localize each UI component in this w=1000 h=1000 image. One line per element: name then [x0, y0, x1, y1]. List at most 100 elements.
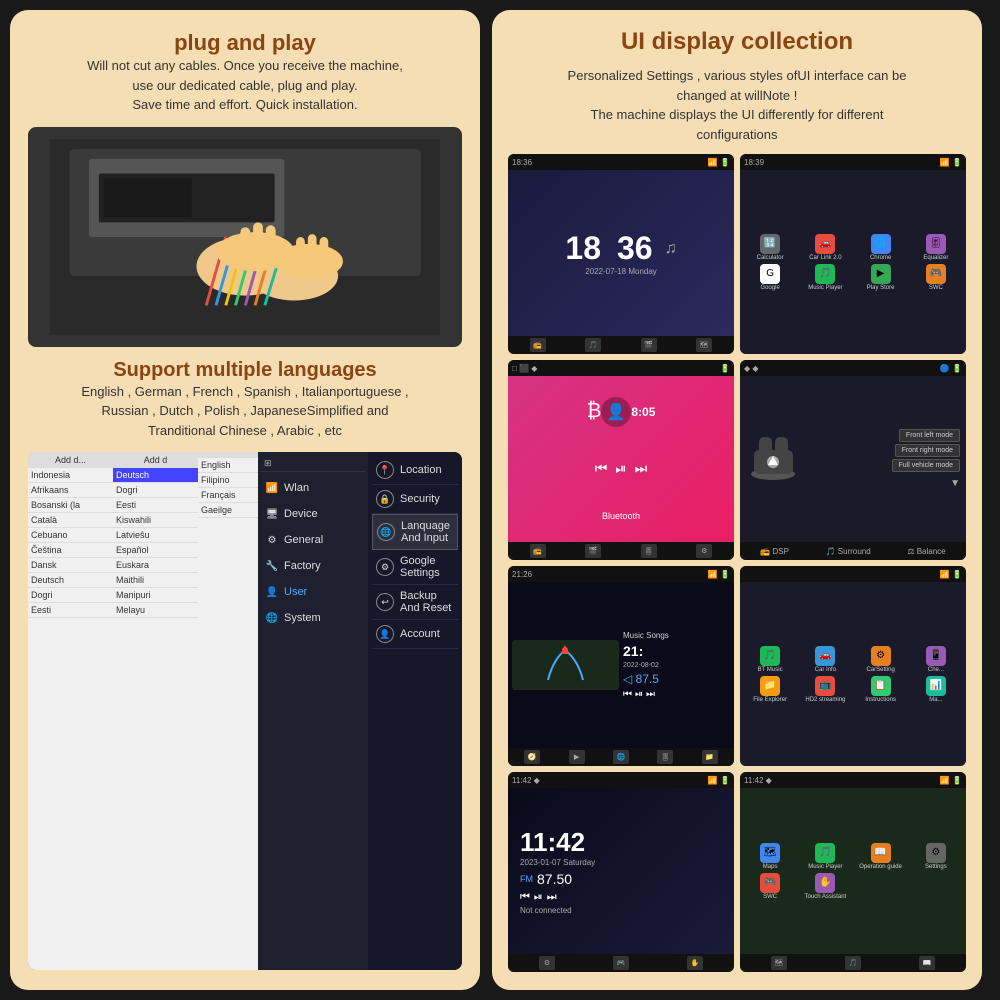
settings-panel: Add d... Indonesia Afrikaans Bosanski (l…: [28, 452, 462, 970]
lang-item[interactable]: Indonesia: [28, 468, 113, 483]
lang-item[interactable]: Melayu: [113, 603, 198, 618]
menu-item-general[interactable]: ⚙ General: [260, 527, 366, 553]
ui-cell-apps: 18:39 📶 🔋 🔢 Calculator 🚗 Car Link 2.0: [740, 154, 966, 354]
lang-item[interactable]: Bosanski (la: [28, 498, 113, 513]
lang-item[interactable]: Français: [198, 488, 258, 503]
languages-section: Support multiple languages English , Ger…: [28, 359, 462, 441]
app-carsetting: ⚙ CarSetting: [855, 646, 907, 673]
clock-music-note: ♫: [665, 240, 677, 258]
filemanager-icon: 📁: [702, 750, 718, 764]
language-icon: 🌐: [377, 523, 395, 541]
fm-prev[interactable]: ⏮: [520, 891, 530, 904]
carinfo-icon: 🚗: [815, 646, 835, 666]
settings-icon3: ⚙: [926, 843, 946, 863]
music-icon: 🎵: [585, 338, 601, 352]
fm-play[interactable]: ⏯: [534, 891, 543, 904]
bt-controls: ⏮ ⏯ ⏭: [595, 460, 647, 477]
lang-item[interactable]: Manipuri: [113, 588, 198, 603]
lang-item[interactable]: Čeština: [28, 543, 113, 558]
menu-label-device: Device: [284, 508, 318, 520]
ui-cell-nav: 21:26 📶 🔋 Music Songs: [508, 566, 734, 766]
touch-assistant-icon: ✋: [687, 956, 703, 970]
nav-map-svg: [543, 640, 588, 690]
next-icon[interactable]: ⏭: [635, 460, 648, 477]
nav-play[interactable]: ⏯: [635, 689, 643, 700]
ui-cell-clock: 18:36 📶 🔋 18 36 ♫ 2022-07-18 Monday: [508, 154, 734, 354]
clock-min: 36: [617, 230, 653, 267]
guide-bottom-icon: 📖: [919, 956, 935, 970]
ui-cell-maps: 11:42 ◆ 📶 🔋 🗺 Maps 🎵 Music Player: [740, 772, 966, 972]
menu-item-device[interactable]: 🖥 Device: [260, 501, 366, 527]
lang-item[interactable]: Cebuano: [28, 528, 113, 543]
lang-item[interactable]: Gaeilge: [198, 503, 258, 518]
lang-item[interactable]: Filipino: [198, 473, 258, 488]
playstore-icon: ▶: [871, 264, 891, 284]
car-installation-image: [28, 127, 462, 347]
fm-row: FM 87.50: [520, 871, 572, 887]
cell-content-clock: 18 36 ♫ 2022-07-18 Monday: [508, 170, 734, 336]
fm-next[interactable]: ⏭: [547, 891, 557, 904]
clock-display: 18 36 ♫ 2022-07-18 Monday: [512, 174, 730, 332]
lang-item[interactable]: Afrikaans: [28, 483, 113, 498]
lang-item[interactable]: Eesti: [113, 498, 198, 513]
lang-item[interactable]: Dogri: [28, 588, 113, 603]
submenu-location[interactable]: 📍 Location: [372, 456, 458, 485]
submenu-account[interactable]: 👤 Account: [372, 620, 458, 649]
musicplayer-icon: 🎵: [815, 264, 835, 284]
cell-header-clock2: 11:42 ◆ 📶 🔋: [508, 772, 734, 788]
submenu-label-backup: Backup And Reset: [400, 590, 454, 614]
swc-icon: 🎮: [926, 264, 946, 284]
app-instructions: 📋 Instructions: [855, 676, 907, 703]
app-chrome: 🌐 Chrome: [855, 234, 907, 261]
lang-item[interactable]: Maithili: [113, 573, 198, 588]
submenu-google[interactable]: ⚙ Google Settings: [372, 550, 458, 585]
lang-item[interactable]: Euskara: [113, 558, 198, 573]
languages-body: English , German , French , Spanish , It…: [28, 382, 462, 441]
submenu-language[interactable]: 🌐 Lanquage And Input: [372, 514, 458, 550]
lang-item[interactable]: Kiswahili: [113, 513, 198, 528]
full-vehicle-btn[interactable]: Full vehicle mode: [892, 459, 960, 472]
front-right-btn[interactable]: Front right mode: [895, 444, 960, 457]
submenu-label-location: Location: [400, 464, 442, 476]
maps-bottom-icon: 🗺: [771, 956, 787, 970]
play-icon[interactable]: ⏯: [615, 460, 626, 477]
app-operationguide: 📖 Operation guide: [855, 843, 907, 870]
lang-item[interactable]: Dansk: [28, 558, 113, 573]
submenu-security[interactable]: 🔒 Security: [372, 485, 458, 514]
menu-item-wlan[interactable]: 📶 Wlan: [260, 475, 366, 501]
lang-item[interactable]: Español: [113, 543, 198, 558]
lang-item[interactable]: Latvieŝu: [113, 528, 198, 543]
left-panel: plug and play Will not cut any cables. O…: [10, 10, 480, 990]
fileexplorer-label: File Explorer: [753, 697, 787, 703]
fm-label: FM: [520, 874, 533, 884]
submenu-label-security: Security: [400, 493, 440, 505]
menu-item-system[interactable]: 🌐 System: [260, 605, 366, 631]
app-fileexplorer: 📁 File Explorer: [744, 676, 796, 703]
plug-body: Will not cut any cables. Once you receiv…: [28, 56, 462, 115]
album-art-bt: 👤: [601, 397, 631, 427]
menu-item-user[interactable]: 👤 User: [260, 579, 366, 605]
lang-item[interactable]: Català: [28, 513, 113, 528]
submenu-backup[interactable]: ↩ Backup And Reset: [372, 585, 458, 620]
lang-item[interactable]: English: [198, 458, 258, 473]
nav-next[interactable]: ⏭: [646, 689, 655, 700]
menu-item-factory[interactable]: 🔧 Factory: [260, 553, 366, 579]
lang-item[interactable]: Deutsch: [28, 573, 113, 588]
front-left-btn[interactable]: Front left mode: [899, 429, 960, 442]
menu-label-system: System: [284, 612, 321, 624]
prev-icon[interactable]: ⏮: [595, 460, 608, 477]
bt-time: 8:05: [631, 405, 655, 419]
dsp-icon: 🎚: [641, 544, 657, 558]
fileexplorer-icon: 📁: [760, 676, 780, 696]
lang-item-selected[interactable]: Deutsch: [113, 468, 198, 483]
nav-controls: ⏮ ⏯ ⏭: [623, 689, 730, 700]
clock-date-2: 2023-01-07 Saturday: [520, 858, 595, 867]
cell-content-nav: Music Songs 21: 2022-08-02 ◁ 87.5 ⏮ ⏯ ⏭: [508, 582, 734, 748]
menu-label-wlan: Wlan: [284, 482, 309, 494]
lang-item[interactable]: Eesti: [28, 603, 113, 618]
music-side: Music Songs 21: 2022-08-02 ◁ 87.5 ⏮ ⏯ ⏭: [623, 631, 730, 700]
carsetting-label: CarSetting: [866, 667, 894, 673]
nav-prev[interactable]: ⏮: [623, 689, 632, 700]
lang-item[interactable]: Dogri: [113, 483, 198, 498]
ui-collection-title: UI display collection: [508, 28, 966, 56]
